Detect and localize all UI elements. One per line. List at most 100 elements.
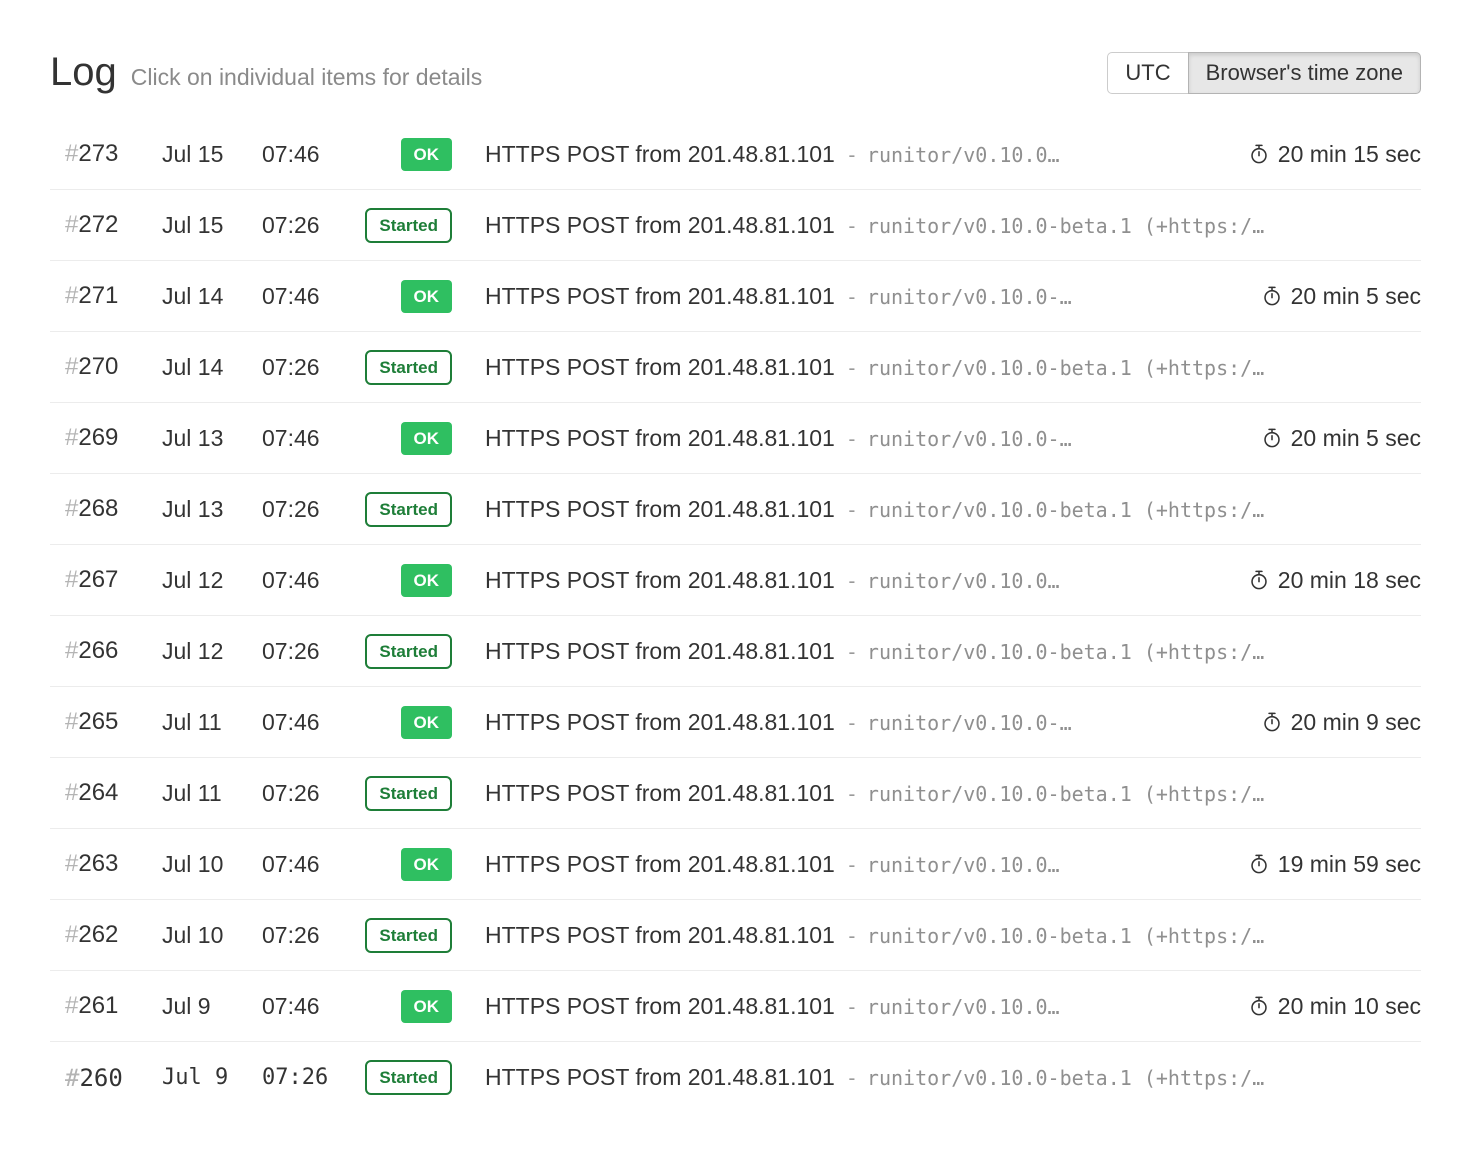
hash-prefix: # [65, 1064, 79, 1092]
event-time: 07:26 [262, 496, 352, 523]
user-agent-text: runitor/v0.10.0-… [867, 427, 1072, 451]
event-description: HTTPS POST from 201.48.81.101-runitor/v0… [452, 780, 1421, 807]
log-row[interactable]: #273 Jul 15 07:46 OK HTTPS POST from 201… [50, 119, 1421, 190]
status-badge: OK [401, 990, 453, 1023]
duration-text: 20 min 5 sec [1291, 425, 1421, 452]
event-date: Jul 12 [162, 638, 262, 665]
event-duration: 20 min 5 sec [1241, 283, 1421, 310]
event-date: Jul 12 [162, 567, 262, 594]
duration-text: 20 min 9 sec [1291, 709, 1421, 736]
dash-separator: - [846, 640, 858, 664]
user-agent-text: runitor/v0.10.0-beta.1 (+https:/… [867, 782, 1264, 806]
status-badge: OK [401, 138, 453, 171]
dash-separator: - [846, 782, 858, 806]
event-message: HTTPS POST from 201.48.81.101 [485, 780, 835, 806]
dash-separator: - [846, 356, 858, 380]
event-duration: 20 min 5 sec [1241, 425, 1421, 452]
hash-prefix: # [65, 637, 78, 664]
event-description: HTTPS POST from 201.48.81.101-runitor/v0… [452, 1064, 1421, 1091]
log-table: #273 Jul 15 07:46 OK HTTPS POST from 201… [50, 119, 1421, 1113]
dash-separator: - [846, 143, 858, 167]
duration-text: 20 min 15 sec [1278, 141, 1421, 168]
event-number: #270 [50, 353, 162, 381]
status-badge: Started [365, 350, 452, 385]
event-description: HTTPS POST from 201.48.81.101-runitor/v0… [452, 851, 1228, 878]
event-number: #261 [50, 992, 162, 1020]
user-agent-text: runitor/v0.10.0-beta.1 (+https:/… [867, 924, 1264, 948]
event-time: 07:26 [262, 212, 352, 239]
event-message: HTTPS POST from 201.48.81.101 [485, 425, 835, 451]
event-description: HTTPS POST from 201.48.81.101-runitor/v0… [452, 425, 1241, 452]
status-badge: Started [365, 776, 452, 811]
status-badge: OK [401, 848, 453, 881]
page-header: LogClick on individual items for details… [50, 0, 1421, 97]
user-agent-text: runitor/v0.10.0-beta.1 (+https:/… [867, 356, 1264, 380]
event-time: 07:26 [262, 780, 352, 807]
log-row[interactable]: #271 Jul 14 07:46 OK HTTPS POST from 201… [50, 261, 1421, 332]
user-agent-text: runitor/v0.10.0… [867, 853, 1060, 877]
log-row[interactable]: #268 Jul 13 07:26 Started HTTPS POST fro… [50, 474, 1421, 545]
log-row[interactable]: #267 Jul 12 07:46 OK HTTPS POST from 201… [50, 545, 1421, 616]
dash-separator: - [846, 1066, 858, 1090]
browser-timezone-button[interactable]: Browser's time zone [1188, 52, 1421, 94]
log-page: LogClick on individual items for details… [0, 0, 1470, 1113]
hash-prefix: # [65, 424, 78, 451]
duration-text: 19 min 59 sec [1278, 851, 1421, 878]
event-message: HTTPS POST from 201.48.81.101 [485, 283, 835, 309]
duration-text: 20 min 18 sec [1278, 567, 1421, 594]
event-message: HTTPS POST from 201.48.81.101 [485, 709, 835, 735]
event-date: Jul 13 [162, 496, 262, 523]
event-number: #273 [50, 140, 162, 168]
dash-separator: - [846, 995, 858, 1019]
event-description: HTTPS POST from 201.48.81.101-runitor/v0… [452, 993, 1228, 1020]
hash-prefix: # [65, 708, 78, 735]
event-number: #267 [50, 566, 162, 594]
log-row[interactable]: #260 Jul 9 07:26 Started HTTPS POST from… [50, 1042, 1421, 1113]
log-row[interactable]: #263 Jul 10 07:46 OK HTTPS POST from 201… [50, 829, 1421, 900]
event-number: #264 [50, 779, 162, 807]
event-date: Jul 14 [162, 354, 262, 381]
event-message: HTTPS POST from 201.48.81.101 [485, 212, 835, 238]
user-agent-text: runitor/v0.10.0-beta.1 (+https:/… [867, 214, 1264, 238]
dash-separator: - [846, 427, 858, 451]
log-row[interactable]: #266 Jul 12 07:26 Started HTTPS POST fro… [50, 616, 1421, 687]
event-description: HTTPS POST from 201.48.81.101-runitor/v0… [452, 496, 1421, 523]
log-row[interactable]: #265 Jul 11 07:46 OK HTTPS POST from 201… [50, 687, 1421, 758]
log-row[interactable]: #272 Jul 15 07:26 Started HTTPS POST fro… [50, 190, 1421, 261]
user-agent-text: runitor/v0.10.0-beta.1 (+https:/… [867, 1066, 1264, 1090]
log-row[interactable]: #270 Jul 14 07:26 Started HTTPS POST fro… [50, 332, 1421, 403]
status-badge: Started [365, 634, 452, 669]
event-date: Jul 9 [162, 1065, 262, 1090]
event-duration: 20 min 10 sec [1228, 993, 1421, 1020]
event-description: HTTPS POST from 201.48.81.101-runitor/v0… [452, 354, 1421, 381]
event-message: HTTPS POST from 201.48.81.101 [485, 1064, 835, 1090]
event-message: HTTPS POST from 201.48.81.101 [485, 567, 835, 593]
event-message: HTTPS POST from 201.48.81.101 [485, 638, 835, 664]
log-row[interactable]: #262 Jul 10 07:26 Started HTTPS POST fro… [50, 900, 1421, 971]
event-time: 07:46 [262, 709, 352, 736]
event-description: HTTPS POST from 201.48.81.101-runitor/v0… [452, 212, 1421, 239]
hash-prefix: # [65, 779, 78, 806]
hash-prefix: # [65, 140, 78, 167]
event-time: 07:46 [262, 851, 352, 878]
page-title: Log [50, 50, 117, 94]
event-description: HTTPS POST from 201.48.81.101-runitor/v0… [452, 567, 1228, 594]
event-date: Jul 10 [162, 922, 262, 949]
log-row[interactable]: #269 Jul 13 07:46 OK HTTPS POST from 201… [50, 403, 1421, 474]
status-badge: OK [401, 564, 453, 597]
event-description: HTTPS POST from 201.48.81.101-runitor/v0… [452, 638, 1421, 665]
event-description: HTTPS POST from 201.48.81.101-runitor/v0… [452, 141, 1228, 168]
event-number: #271 [50, 282, 162, 310]
event-duration: 19 min 59 sec [1228, 851, 1421, 878]
log-row[interactable]: #264 Jul 11 07:26 Started HTTPS POST fro… [50, 758, 1421, 829]
dash-separator: - [846, 569, 858, 593]
user-agent-text: runitor/v0.10.0… [867, 143, 1060, 167]
stopwatch-icon [1248, 853, 1270, 875]
event-time: 07:26 [262, 1065, 352, 1090]
utc-button[interactable]: UTC [1107, 52, 1188, 94]
hash-prefix: # [65, 921, 78, 948]
stopwatch-icon [1261, 711, 1283, 733]
event-time: 07:46 [262, 283, 352, 310]
log-row[interactable]: #261 Jul 9 07:46 OK HTTPS POST from 201.… [50, 971, 1421, 1042]
duration-text: 20 min 10 sec [1278, 993, 1421, 1020]
